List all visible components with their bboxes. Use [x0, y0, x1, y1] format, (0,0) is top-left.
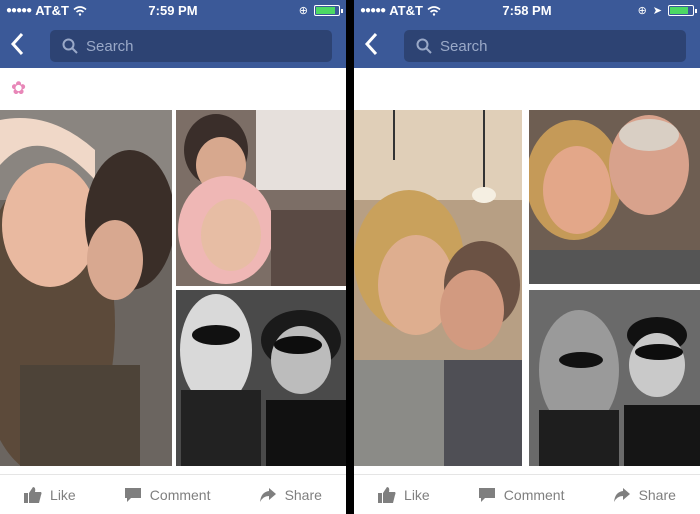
comment-button[interactable]: Comment	[478, 486, 565, 503]
share-icon	[613, 487, 630, 502]
location-icon: ➤	[652, 5, 662, 17]
search-icon	[416, 38, 432, 54]
battery-icon	[668, 5, 697, 16]
nav-bar: Search	[0, 22, 346, 68]
post-photo-bottom-right[interactable]	[176, 290, 346, 466]
post-header: ✿	[0, 68, 346, 110]
like-label: Like	[50, 486, 76, 503]
post-photo-large[interactable]	[354, 110, 522, 466]
comment-icon	[124, 487, 141, 502]
post-photo-bottom-right[interactable]	[529, 290, 700, 466]
search-icon	[62, 38, 78, 54]
like-label: Like	[404, 486, 430, 503]
post-photo-top-right[interactable]	[176, 110, 346, 286]
post-photo-top-right[interactable]	[529, 110, 700, 284]
right-screenshot: ●●●●● AT&T 7:58 PM ⊕ ➤ Search Like Comme…	[354, 0, 700, 514]
share-label: Share	[638, 486, 676, 503]
back-button[interactable]	[364, 32, 388, 58]
battery-icon	[314, 5, 343, 16]
back-chevron-icon	[364, 32, 378, 56]
left-screenshot: ●●●●● AT&T 7:59 PM ⊕ Search ✿ Like Comme…	[0, 0, 346, 514]
share-icon	[259, 487, 276, 502]
post-actions: Like Comment Share	[0, 474, 346, 514]
back-button[interactable]	[10, 32, 34, 58]
like-button[interactable]: Like	[24, 486, 76, 503]
share-button[interactable]: Share	[613, 487, 676, 503]
post-photo-large[interactable]	[0, 110, 172, 466]
comment-label: Comment	[503, 486, 565, 503]
post-actions: Like Comment Share	[354, 474, 700, 514]
share-button[interactable]: Share	[259, 487, 322, 503]
comment-icon	[478, 487, 495, 502]
search-placeholder: Search	[440, 37, 488, 55]
like-icon	[24, 486, 42, 503]
status-bar: ●●●●● AT&T 7:58 PM ⊕ ➤	[354, 0, 700, 22]
post-header	[354, 68, 700, 110]
nav-bar: Search	[354, 22, 700, 68]
like-icon	[378, 486, 396, 503]
status-time: 7:59 PM	[148, 3, 198, 18]
rotation-lock-icon: ⊕	[298, 5, 308, 17]
flower-emoji-icon: ✿	[11, 78, 27, 98]
search-input[interactable]: Search	[404, 30, 686, 62]
status-bar: ●●●●● AT&T 7:59 PM ⊕	[0, 0, 346, 22]
rotation-lock-icon: ⊕	[637, 5, 647, 17]
search-input[interactable]: Search	[50, 30, 332, 62]
comment-label: Comment	[149, 486, 211, 503]
share-label: Share	[284, 486, 322, 503]
like-button[interactable]: Like	[378, 486, 430, 503]
search-placeholder: Search	[86, 37, 134, 55]
back-chevron-icon	[10, 32, 24, 56]
comment-button[interactable]: Comment	[124, 486, 211, 503]
